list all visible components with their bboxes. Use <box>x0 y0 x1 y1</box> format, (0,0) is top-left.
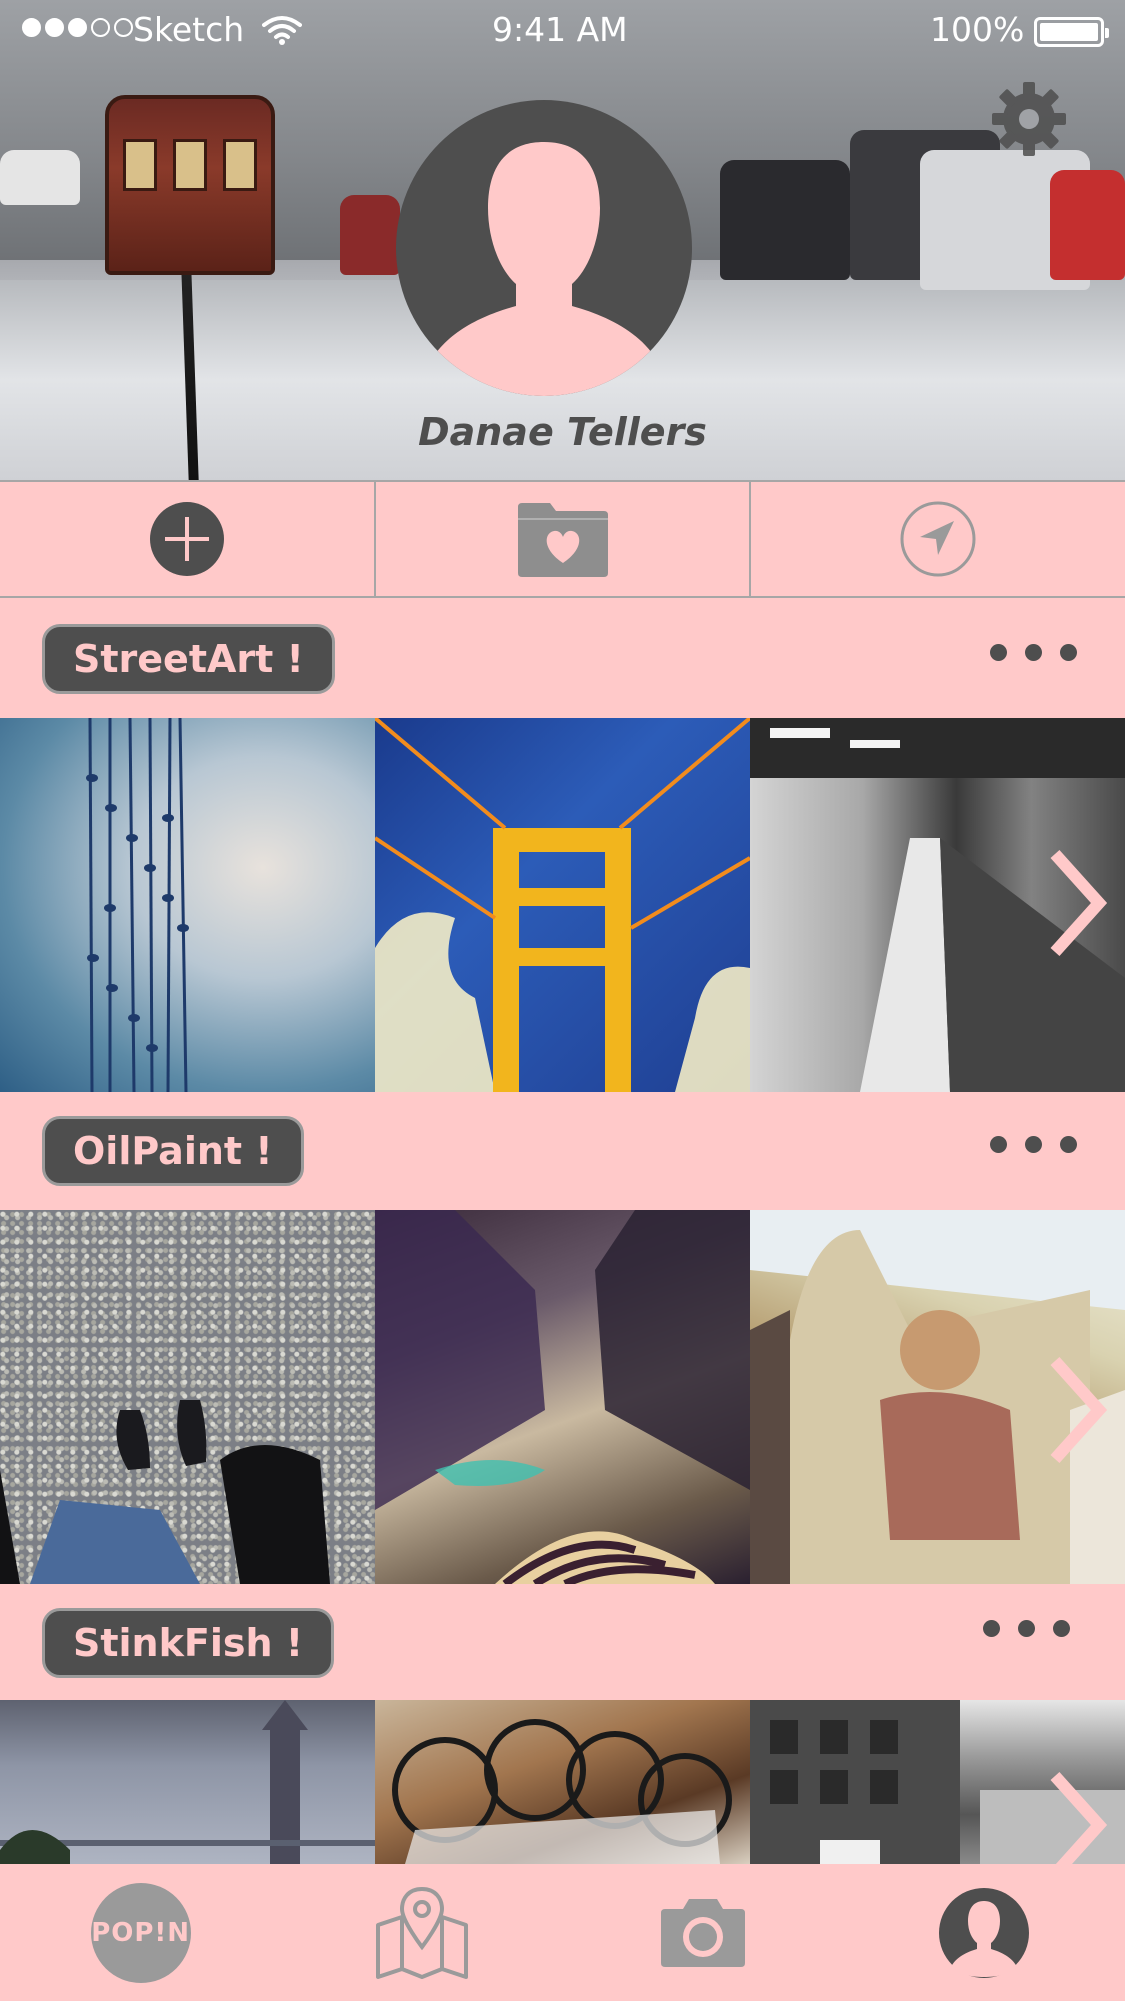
next-arrow-button[interactable] <box>1047 1355 1108 1465</box>
add-button[interactable] <box>0 482 376 596</box>
album-tag-button[interactable]: OilPaint ! <box>42 1116 304 1186</box>
album-tag-button[interactable]: StinkFish ! <box>42 1608 335 1678</box>
photo-thumbnail[interactable] <box>375 1210 750 1584</box>
signal-strength <box>22 18 133 37</box>
more-options-button[interactable] <box>990 644 1077 661</box>
dot-icon <box>1025 1136 1042 1153</box>
person-silhouette-icon <box>426 142 662 396</box>
signal-dot <box>45 18 64 37</box>
car <box>340 195 400 275</box>
chevron-right-icon <box>1050 1771 1108 1864</box>
photo-row <box>0 1210 1125 1584</box>
more-options-button[interactable] <box>990 1136 1077 1153</box>
chevron-right-icon <box>1050 849 1108 957</box>
photo-thumbnail[interactable] <box>375 718 750 1092</box>
photo-thumbnail[interactable] <box>0 718 375 1092</box>
dot-icon <box>1053 1620 1070 1637</box>
tab-map[interactable] <box>281 1864 562 2001</box>
tab-home[interactable]: POP!N <box>0 1864 281 2001</box>
dot-icon <box>983 1620 1000 1637</box>
tab-camera[interactable] <box>563 1864 844 2001</box>
camera-icon <box>661 1898 746 1967</box>
album-header: StinkFish ! <box>0 1584 1125 1702</box>
more-options-button[interactable] <box>983 1620 1070 1637</box>
settings-button[interactable] <box>990 80 1068 158</box>
action-bar <box>0 480 1125 598</box>
dot-icon <box>1060 1136 1077 1153</box>
profile-icon <box>939 1887 1030 1978</box>
map-icon <box>375 1886 468 1979</box>
signal-dot <box>91 18 110 37</box>
car <box>720 160 850 280</box>
location-button[interactable] <box>751 482 1125 596</box>
gear-icon <box>992 82 1066 156</box>
photo-thumbnail[interactable] <box>375 1700 750 1864</box>
album-tag-button[interactable]: StreetArt ! <box>42 624 335 694</box>
next-arrow-button[interactable] <box>1047 1770 1108 1864</box>
plus-circle-icon <box>149 502 224 576</box>
album-header: StreetArt ! <box>0 600 1125 718</box>
scooter <box>1050 170 1125 280</box>
battery-percent: 100% <box>930 10 1025 49</box>
dot-icon <box>1060 644 1077 661</box>
favorites-button[interactable] <box>376 482 752 596</box>
wifi-icon <box>262 14 302 53</box>
heart-folder-icon <box>517 503 608 577</box>
photo-thumbnail[interactable] <box>0 1700 375 1864</box>
signal-dot <box>22 18 41 37</box>
album-header: OilPaint ! <box>0 1092 1125 1210</box>
status-bar: Sketch 9:41 AM 100% <box>0 0 1125 60</box>
signal-dot <box>114 18 133 37</box>
tab-profile[interactable] <box>844 1864 1125 2001</box>
dot-icon <box>990 644 1007 661</box>
photo-thumbnail[interactable] <box>0 1210 375 1584</box>
profile-name: Danae Tellers <box>418 410 707 454</box>
battery-icon <box>1034 17 1109 47</box>
photo-row <box>0 718 1125 1092</box>
chevron-right-icon <box>1050 1356 1108 1464</box>
dot-icon <box>1025 644 1042 661</box>
navigation-arrow-icon <box>900 501 976 577</box>
dot-icon <box>990 1136 1007 1153</box>
photo-row <box>0 1700 1125 1864</box>
clock: 9:41 AM <box>492 10 628 49</box>
carrier-name: Sketch <box>133 10 245 49</box>
profile-avatar[interactable] <box>396 100 692 396</box>
popin-logo: POP!N <box>90 1882 191 1983</box>
car <box>0 150 80 205</box>
next-arrow-button[interactable] <box>1047 848 1108 958</box>
signal-dot <box>68 18 87 37</box>
dot-icon <box>1018 1620 1035 1637</box>
tab-bar: POP!N <box>0 1864 1125 2001</box>
cable-car <box>105 95 275 275</box>
